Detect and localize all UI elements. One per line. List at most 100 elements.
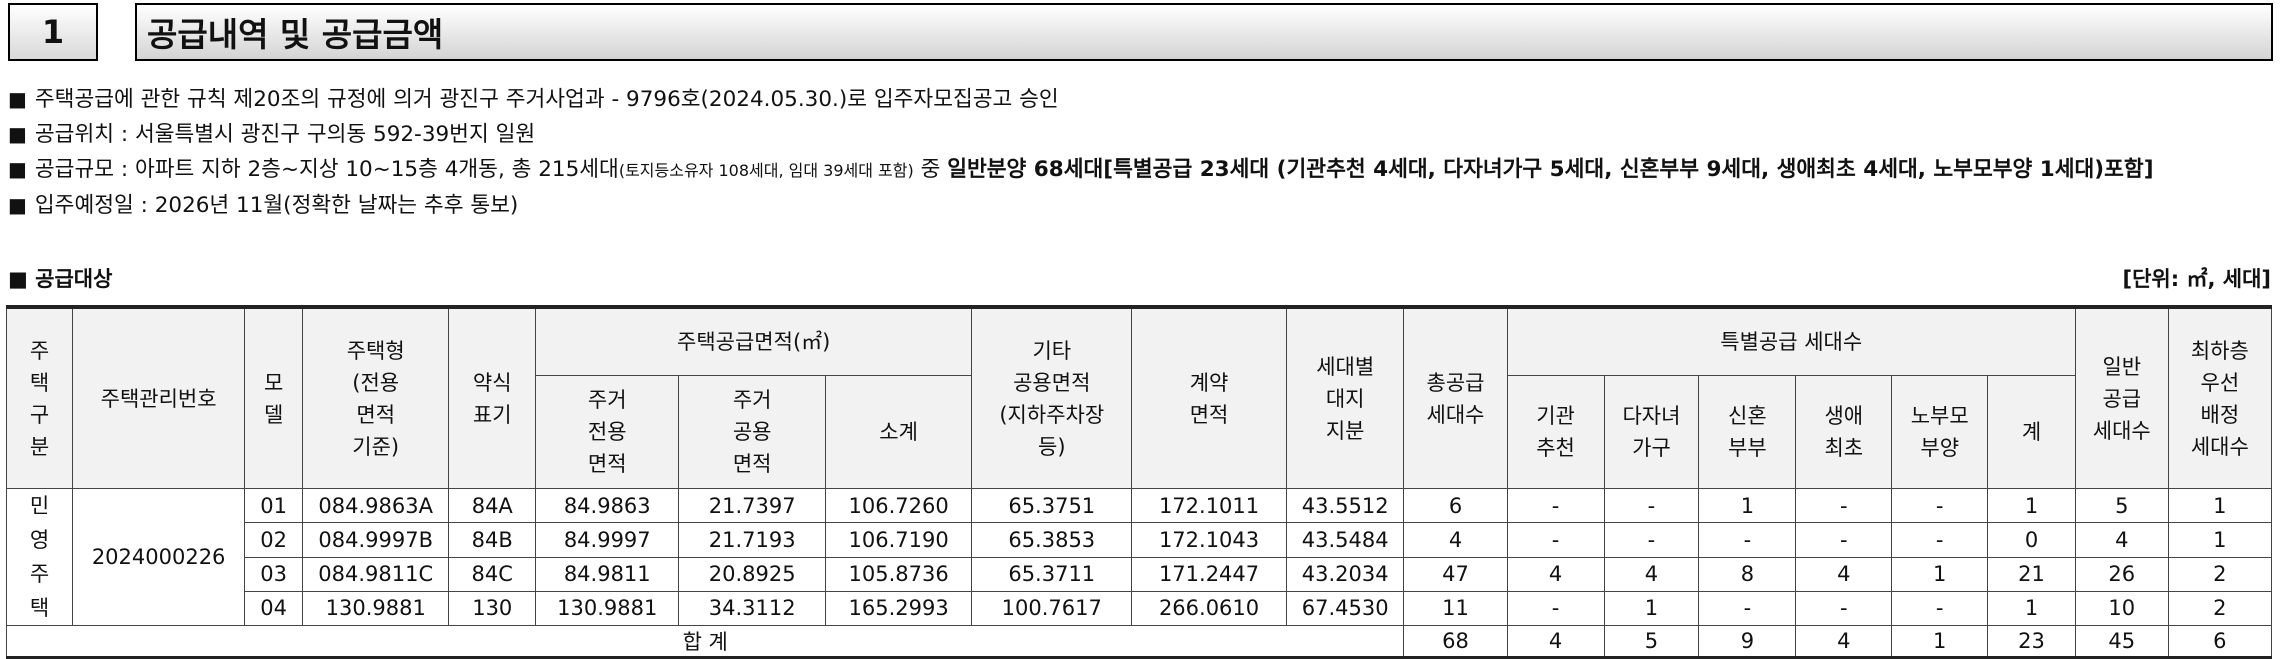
table-cell: 01 xyxy=(244,487,303,524)
table-cell: 4 xyxy=(1603,556,1700,592)
table-cell: - xyxy=(1506,487,1605,524)
table-cell: - xyxy=(1891,590,1989,627)
table-cell: 4 xyxy=(2074,522,2169,558)
col-elderly: 노부모 부양 xyxy=(1891,375,1989,489)
table-cell: 084.9811C xyxy=(301,556,450,592)
table-cell: 130.9881 xyxy=(535,590,680,627)
table-cell: 4 xyxy=(1506,556,1605,592)
subhead-label: ■ 공급대상 xyxy=(8,267,113,291)
table-cell: 1 xyxy=(2167,487,2273,524)
total-cell: 68 xyxy=(1403,625,1508,659)
table-cell: 106.7190 xyxy=(824,522,973,558)
col-first: 생애 최초 xyxy=(1795,375,1893,489)
table-cell: 34.3112 xyxy=(678,590,826,627)
table-cell: 172.1011 xyxy=(1131,487,1287,524)
table-cell: 1 xyxy=(1891,556,1989,592)
table-row: 04 130.9881 130 130.9881 34.3112 165.299… xyxy=(7,590,2273,627)
table-cell: 130.9881 xyxy=(301,590,450,627)
total-cell: 9 xyxy=(1698,625,1797,659)
table-cell: 21.7193 xyxy=(678,522,826,558)
table-cell: 84.9997 xyxy=(535,522,680,558)
col-total-supply: 총공급 세대수 xyxy=(1403,306,1508,489)
table-cell: - xyxy=(1891,522,1989,558)
total-cell: 5 xyxy=(1603,625,1700,659)
table-cell: - xyxy=(1603,487,1700,524)
table-cell: 105.8736 xyxy=(824,556,973,592)
table-cell: 47 xyxy=(1403,556,1508,592)
col-private-area: 주거 전용 면적 xyxy=(535,375,680,489)
table-cell: 04 xyxy=(244,590,303,627)
table-cell: 43.5512 xyxy=(1285,487,1405,524)
table-cell: 8 xyxy=(1698,556,1797,592)
table-cell: - xyxy=(1795,487,1893,524)
table-cell: 130 xyxy=(448,590,537,627)
notice-list: ■ 주택공급에 관한 규칙 제20조의 규정에 의거 광진구 주거사업과 - 97… xyxy=(8,82,2278,223)
table-cell: 43.5484 xyxy=(1285,522,1405,558)
table-cell: - xyxy=(1698,590,1797,627)
table-cell: 1 xyxy=(1603,590,1700,627)
col-housing-type: 주택형 (전용 면적 기준) xyxy=(301,306,450,489)
col-other-common: 기타 공용면적 (지하주차장 등) xyxy=(971,306,1133,489)
table-cell: 2 xyxy=(2167,556,2273,592)
table-cell: - xyxy=(1891,487,1989,524)
col-inst: 기관 추천 xyxy=(1506,375,1605,489)
col-contract-area: 계약 면적 xyxy=(1131,306,1287,489)
mgmt-no: 2024000226 xyxy=(71,488,246,626)
bullet-icon: ■ xyxy=(8,193,27,217)
col-multi: 다자녀 가구 xyxy=(1603,375,1700,489)
table-cell: 266.0610 xyxy=(1131,590,1287,627)
table-body: 민 영 주 택 2024000226 01 084.9863A 84A 84.9… xyxy=(6,487,2273,627)
table-cell: 65.3711 xyxy=(971,556,1133,592)
col-lowest-floor: 최하층 우선 배정 세대수 xyxy=(2167,306,2273,489)
table-cell: 5 xyxy=(2074,487,2169,524)
table-cell: 100.7617 xyxy=(971,590,1133,627)
col-subtotal: 소계 xyxy=(824,375,973,489)
note-scale: ■ 공급규모 : 아파트 지하 2층~지상 10~15층 4개동, 총 215세대… xyxy=(8,157,2154,182)
supply-table: 주 택 구 분 주택관리번호 모 델 주택형 (전용 면적 기준) 약식 표기 … xyxy=(5,305,2273,659)
table-row: 민 영 주 택 2024000226 01 084.9863A 84A 84.9… xyxy=(6,487,2273,626)
col-special-supply: 특별공급 세대수 xyxy=(1506,306,2076,376)
section-title: 공급내역 및 공급금액 xyxy=(135,3,2273,61)
section-header: 1 공급내역 및 공급금액 xyxy=(8,3,2273,61)
table-cell: 67.4530 xyxy=(1285,590,1405,627)
table-cell: 171.2447 xyxy=(1131,556,1287,592)
table-cell: 165.2993 xyxy=(824,590,973,627)
table-row: 03 084.9811C 84C 84.9811 20.8925 105.873… xyxy=(7,556,2273,592)
note-approval: ■ 주택공급에 관한 규칙 제20조의 규정에 의거 광진구 주거사업과 - 97… xyxy=(8,87,1059,112)
note-move-in: ■ 입주예정일 : 2026년 11월(정확한 날짜는 추후 통보) xyxy=(8,193,519,218)
table-cell: 1 xyxy=(2167,522,2273,558)
table-cell: 084.9997B xyxy=(301,522,450,558)
bullet-icon: ■ xyxy=(8,87,27,111)
table-cell: 65.3751 xyxy=(971,487,1133,524)
table-row: 02 084.9997B 84B 84.9997 21.7193 106.719… xyxy=(7,522,2273,558)
total-cell: 45 xyxy=(2074,625,2169,659)
col-mgmt-no: 주택관리번호 xyxy=(71,306,246,489)
table-cell: 02 xyxy=(244,522,303,558)
table-cell: - xyxy=(1698,522,1797,558)
supply-target-heading: ■ 공급대상 [단위: ㎡, 세대] xyxy=(8,263,2271,295)
table-cell: - xyxy=(1603,522,1700,558)
col-short: 약식 표기 xyxy=(448,306,537,489)
table-cell: 26 xyxy=(2074,556,2169,592)
total-cell: 1 xyxy=(1891,625,1989,659)
table-cell: 65.3853 xyxy=(971,522,1133,558)
table-cell: 1 xyxy=(1698,487,1797,524)
bullet-icon: ■ xyxy=(8,122,27,146)
table-cell: - xyxy=(1795,590,1893,627)
table-cell: 172.1043 xyxy=(1131,522,1287,558)
table-cell: 1 xyxy=(1987,590,2076,627)
table-cell: - xyxy=(1506,522,1605,558)
col-newly: 신혼 부부 xyxy=(1698,375,1797,489)
table-cell: 84.9811 xyxy=(535,556,680,592)
unit-label: [단위: ㎡, 세대] xyxy=(2122,267,2271,291)
table-cell: - xyxy=(1795,522,1893,558)
table-cell: 03 xyxy=(244,556,303,592)
table-cell: 0 xyxy=(1987,522,2076,558)
col-model: 모 델 xyxy=(244,306,303,489)
table-cell: 10 xyxy=(2074,590,2169,627)
table-cell: - xyxy=(1506,590,1605,627)
total-cell: 4 xyxy=(1795,625,1893,659)
col-sum: 계 xyxy=(1987,375,2076,489)
col-housing-category: 주 택 구 분 xyxy=(6,306,73,489)
table-cell: 43.2034 xyxy=(1285,556,1405,592)
